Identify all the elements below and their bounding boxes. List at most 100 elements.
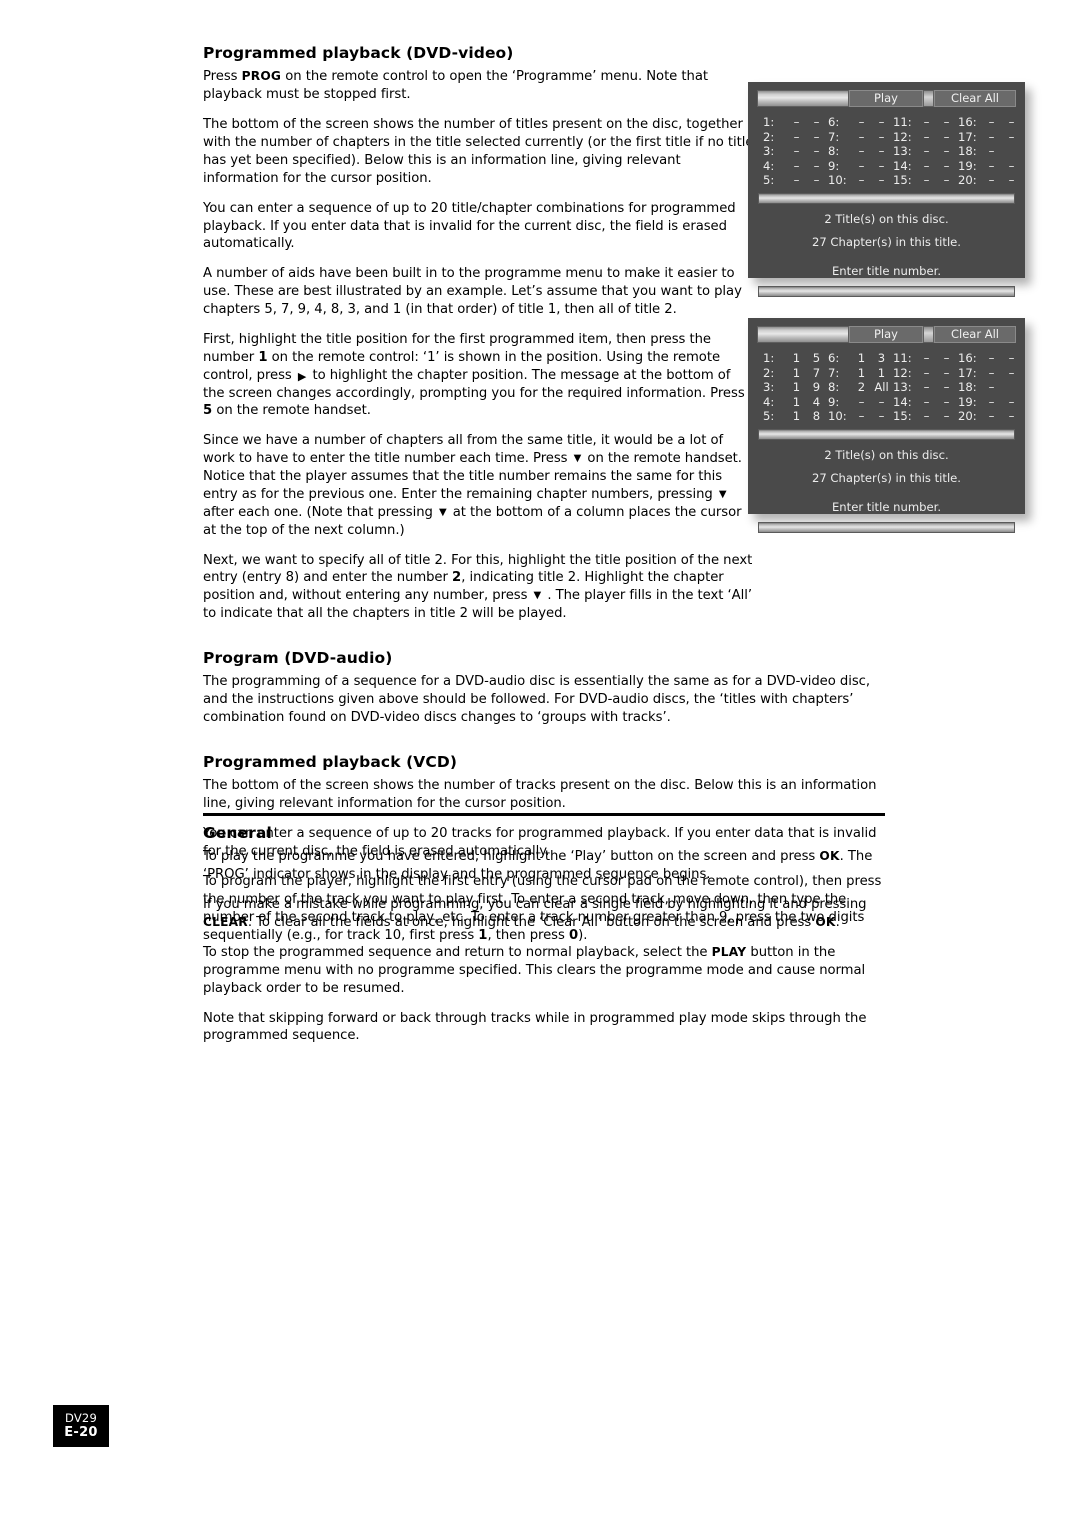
osd-programme-entry[interactable]: 18: – [958,380,1023,395]
osd-programme-entry[interactable]: 3: – – [763,144,828,159]
osd-entry-chapter-field[interactable]: – [1000,173,1023,188]
osd-programme-entry[interactable]: 19: – – [958,159,1023,174]
osd-entry-chapter-field[interactable]: – [805,159,828,174]
osd-entry-chapter-field[interactable]: – [870,395,893,410]
osd-programme-entry[interactable]: 11: – – [893,351,958,366]
osd-entry-chapter-field[interactable]: 4 [805,395,828,410]
osd-entry-title-field[interactable]: – [853,144,870,159]
osd-entry-chapter-field[interactable]: – [805,144,828,159]
osd-entry-title-field[interactable]: – [918,130,935,145]
osd-programme-entry[interactable]: 7: – – [828,130,893,145]
osd-programme-entry[interactable]: 20: – – [958,409,1023,424]
osd-entry-chapter-field[interactable]: 3 [870,351,893,366]
osd-programme-entry[interactable]: 1: 1 5 [763,351,828,366]
osd-entry-chapter-field[interactable]: – [935,144,958,159]
osd-entry-title-field[interactable]: – [983,351,1000,366]
osd-entry-chapter-field[interactable]: – [1000,409,1023,424]
osd-programme-entry[interactable]: 20: – – [958,173,1023,188]
osd-programme-entry[interactable]: 3: 1 9 [763,380,828,395]
osd-entry-chapter-field[interactable]: – [1000,130,1023,145]
osd-entry-chapter-field[interactable]: 1 [870,366,893,381]
osd-entry-chapter-field[interactable]: – [1000,395,1023,410]
osd-entry-chapter-field[interactable]: – [935,380,958,395]
osd-programme-entry[interactable]: 18: – [958,144,1023,159]
osd-entry-title-field[interactable]: 1 [788,409,805,424]
osd-entry-title-field[interactable]: – [983,173,1000,188]
osd-programme-entry[interactable]: 17: – – [958,366,1023,381]
osd-programme-entry[interactable]: 7: 1 1 [828,366,893,381]
osd-entry-title-field[interactable]: 2 [853,380,870,395]
osd-entry-chapter-field[interactable]: – [870,159,893,174]
osd-entry-title-field[interactable]: – [918,366,935,381]
osd-entry-title-field[interactable]: 1 [853,366,870,381]
osd-entry-title-field[interactable]: – [918,351,935,366]
osd-entry-chapter-field[interactable]: 7 [805,366,828,381]
osd-entry-title-field[interactable]: – [983,115,1000,130]
osd-programme-entry[interactable]: 10: – – [828,173,893,188]
osd-programme-entry[interactable]: 16: – – [958,351,1023,366]
osd-entry-title-field[interactable]: – [983,144,1000,159]
osd-programme-entry[interactable]: 15: – – [893,409,958,424]
osd-entry-chapter-field[interactable]: – [805,173,828,188]
osd-entry-chapter-field[interactable] [1000,380,1023,395]
osd-entry-title-field[interactable]: 1 [788,395,805,410]
osd-entry-title-field[interactable]: – [983,159,1000,174]
osd-entry-title-field[interactable]: – [788,115,805,130]
osd-programme-entry[interactable]: 19: – – [958,395,1023,410]
osd-programme-entry[interactable]: 16: – – [958,115,1023,130]
osd-entry-title-field[interactable]: – [918,395,935,410]
osd-entry-chapter-field[interactable]: – [1000,351,1023,366]
osd-programme-entry[interactable]: 2: – – [763,130,828,145]
osd-programme-entry[interactable]: 14: – – [893,395,958,410]
osd-clear-all-button[interactable]: Clear All [934,326,1016,343]
osd-entry-chapter-field[interactable]: – [935,409,958,424]
osd-entry-chapter-field[interactable]: – [935,159,958,174]
osd-programme-entry[interactable]: 6: – – [828,115,893,130]
osd-programme-entry[interactable]: 17: – – [958,130,1023,145]
osd-entry-chapter-field[interactable]: – [870,130,893,145]
osd-entry-chapter-field[interactable]: – [935,366,958,381]
osd-entry-title-field[interactable]: – [853,159,870,174]
osd-entry-title-field[interactable]: – [853,115,870,130]
osd-programme-entry[interactable]: 1: – – [763,115,828,130]
osd-entry-chapter-field[interactable]: 9 [805,380,828,395]
osd-programme-entry[interactable]: 11: – – [893,115,958,130]
osd-entry-title-field[interactable]: – [853,130,870,145]
osd-play-button[interactable]: Play [849,326,923,343]
osd-entry-chapter-field[interactable]: – [870,115,893,130]
osd-entry-title-field[interactable]: – [788,173,805,188]
osd-entry-title-field[interactable]: – [788,159,805,174]
osd-entry-title-field[interactable]: – [918,144,935,159]
osd-entry-chapter-field[interactable] [1000,144,1023,159]
osd-programme-entry[interactable]: 5: – – [763,173,828,188]
osd-entry-title-field[interactable]: – [853,409,870,424]
osd-entry-title-field[interactable]: 1 [788,366,805,381]
osd-entry-title-field[interactable]: 1 [853,351,870,366]
osd-entry-chapter-field[interactable]: All [870,380,893,395]
osd-entry-title-field[interactable]: – [983,380,1000,395]
osd-programme-entry[interactable]: 15: – – [893,173,958,188]
osd-entry-chapter-field[interactable]: – [935,130,958,145]
osd-entry-chapter-field[interactable]: 8 [805,409,828,424]
osd-entry-chapter-field[interactable]: – [870,144,893,159]
osd-play-button[interactable]: Play [849,90,923,107]
osd-programme-entry[interactable]: 13: – – [893,380,958,395]
osd-entry-title-field[interactable]: – [918,115,935,130]
osd-programme-entry[interactable]: 2: 1 7 [763,366,828,381]
osd-programme-entry[interactable]: 4: – – [763,159,828,174]
osd-entry-title-field[interactable]: 1 [788,380,805,395]
osd-entry-title-field[interactable]: – [918,409,935,424]
osd-programme-entry[interactable]: 8: 2 All [828,380,893,395]
osd-programme-entry[interactable]: 10: – – [828,409,893,424]
osd-programme-entry[interactable]: 4: 1 4 [763,395,828,410]
osd-entry-chapter-field[interactable]: – [1000,159,1023,174]
osd-entry-chapter-field[interactable]: 5 [805,351,828,366]
osd-entry-chapter-field[interactable]: – [935,115,958,130]
osd-programme-entry[interactable]: 5: 1 8 [763,409,828,424]
osd-entry-chapter-field[interactable]: – [870,409,893,424]
osd-programme-entry[interactable]: 9: – – [828,395,893,410]
osd-entry-chapter-field[interactable]: – [935,395,958,410]
osd-clear-all-button[interactable]: Clear All [934,90,1016,107]
osd-entry-title-field[interactable]: – [983,395,1000,410]
osd-entry-chapter-field[interactable]: – [1000,366,1023,381]
